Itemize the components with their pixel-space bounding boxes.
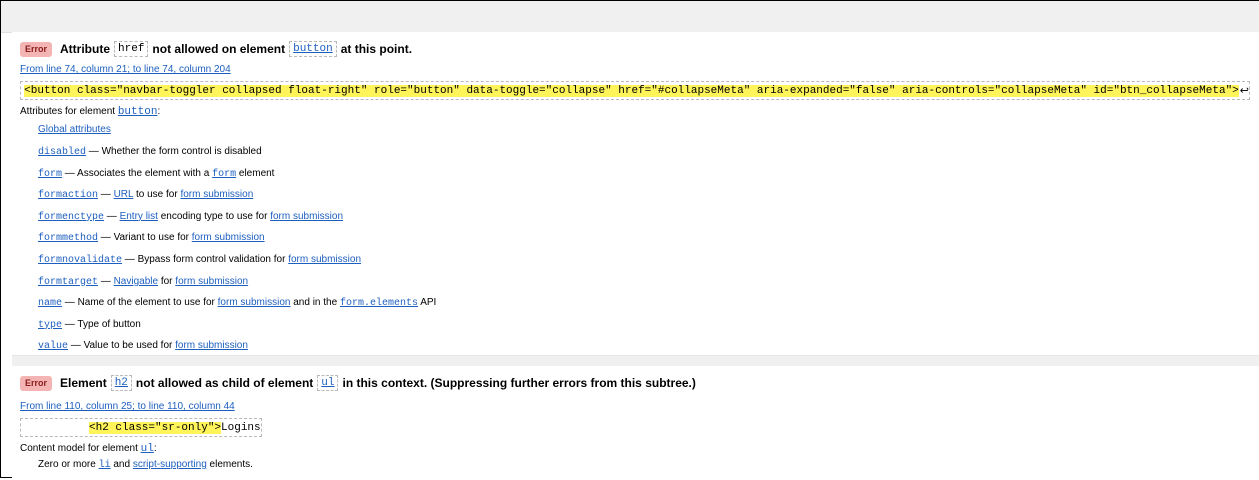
colon: : bbox=[157, 106, 161, 117]
heading-text: at this point. bbox=[340, 42, 413, 56]
location-link[interactable]: From line 110, column 25; to line 110, c… bbox=[20, 400, 235, 414]
attributes-heading: Attributes for element button: bbox=[20, 105, 160, 119]
inline-link[interactable]: form submission bbox=[270, 211, 343, 222]
attribute-row-form: form — Associates the element with a for… bbox=[38, 167, 274, 181]
description-text: for bbox=[158, 275, 176, 287]
description-text: — Name of the element to use for bbox=[62, 297, 218, 309]
code-extract: <h2 class="sr-only"> Logins bbox=[20, 418, 262, 437]
attribute-link[interactable]: value bbox=[38, 341, 68, 352]
description-text: — Value to be used for bbox=[68, 340, 176, 352]
highlighted-code: <h2 class="sr-only"> bbox=[89, 421, 222, 434]
attribute-link[interactable]: formenctype bbox=[38, 212, 104, 223]
attribute-row-formenctype: formenctype — Entry list encoding type t… bbox=[38, 210, 343, 224]
description-text: — Variant to use for bbox=[98, 232, 192, 244]
description-text: — Type of button bbox=[62, 318, 141, 330]
error-badge: Error bbox=[20, 41, 53, 57]
separator bbox=[12, 356, 1259, 366]
attribute-row-name: name — Name of the element to use for fo… bbox=[38, 296, 436, 310]
attributes-title-text: Attributes for element bbox=[20, 106, 116, 117]
parent-element-link[interactable]: ul bbox=[317, 375, 339, 391]
location-link[interactable]: From line 74, column 21; to line 74, col… bbox=[20, 63, 231, 77]
attribute-row-formaction: formaction — URL to use for form submiss… bbox=[38, 188, 253, 202]
attribute-row-value: value — Value to be used for form submis… bbox=[38, 339, 248, 353]
inline-link[interactable]: form submission bbox=[175, 276, 248, 287]
element-link[interactable]: button bbox=[289, 41, 337, 57]
attribute-row-disabled: disabled — Whether the form control is d… bbox=[38, 145, 262, 159]
text: and bbox=[110, 459, 133, 470]
code-extract: <button class="navbar-toggler collapsed … bbox=[20, 81, 1250, 100]
description-text: to use for bbox=[133, 189, 181, 201]
description-text: — bbox=[104, 210, 120, 222]
code-tail: Logins bbox=[221, 421, 261, 434]
heading-text: not allowed as child of element bbox=[135, 376, 314, 390]
inline-link[interactable]: Entry list bbox=[120, 211, 158, 222]
element-link[interactable]: h2 bbox=[110, 375, 132, 391]
heading-text: Element bbox=[60, 376, 107, 390]
description-text: API bbox=[417, 297, 437, 309]
return-icon: ↩ bbox=[1239, 85, 1249, 97]
error-1-heading: Error Attribute href not allowed on elem… bbox=[20, 40, 412, 58]
location-text[interactable]: From line 74, column 21; to line 74, col… bbox=[20, 64, 231, 75]
attribute-row-formtarget: formtarget — Navigable for form submissi… bbox=[38, 275, 248, 289]
attribute-link[interactable]: formaction bbox=[38, 190, 98, 201]
content-model-description: Zero or more li and script-supporting el… bbox=[38, 458, 253, 472]
description-text: — Whether the form control is disabled bbox=[86, 146, 262, 157]
attribute-row-type: type — Type of button bbox=[38, 318, 141, 332]
colon: : bbox=[153, 443, 157, 454]
inline-link[interactable]: form submission bbox=[180, 189, 253, 200]
inline-link[interactable]: form bbox=[212, 169, 236, 180]
global-attributes-link[interactable]: Global attributes bbox=[38, 124, 111, 135]
description-text: — bbox=[98, 189, 114, 201]
heading-text: in this context. (Suppressing further er… bbox=[342, 376, 696, 390]
inline-link[interactable]: form submission bbox=[218, 297, 291, 308]
error-message-2: Error Element h2 not allowed as child of… bbox=[12, 366, 1259, 478]
attributes-element-link[interactable]: button bbox=[118, 106, 158, 118]
description-text: encoding type to use for bbox=[157, 210, 271, 222]
heading-text: not allowed on element bbox=[152, 42, 286, 56]
attribute-row-formnovalidate: formnovalidate — Bypass form control val… bbox=[38, 253, 361, 267]
attribute-code: href bbox=[114, 41, 149, 57]
inline-link[interactable]: form.elements bbox=[340, 298, 418, 309]
description-text: element bbox=[236, 167, 275, 179]
attribute-link[interactable]: formtarget bbox=[38, 277, 98, 288]
attribute-link[interactable]: form bbox=[38, 169, 62, 180]
inline-link[interactable]: form submission bbox=[288, 254, 361, 265]
content-model-heading: Content model for element ul: bbox=[20, 442, 157, 456]
li-link[interactable]: li bbox=[99, 460, 111, 471]
highlighted-code: <button class="navbar-toggler collapsed … bbox=[24, 84, 1239, 97]
text: Zero or more bbox=[38, 459, 99, 470]
error-badge: Error bbox=[20, 375, 53, 391]
inline-link[interactable]: URL bbox=[114, 189, 134, 200]
global-attributes-row: Global attributes bbox=[38, 123, 111, 137]
content-model-element-link[interactable]: ul bbox=[141, 443, 154, 455]
attribute-link[interactable]: name bbox=[38, 298, 62, 309]
description-text: and in the bbox=[290, 297, 340, 309]
location-text[interactable]: From line 110, column 25; to line 110, c… bbox=[20, 401, 235, 412]
heading-text: Attribute bbox=[60, 42, 111, 56]
attribute-row-formmethod: formmethod — Variant to use for form sub… bbox=[38, 231, 265, 245]
description-text: — Bypass form control validation for bbox=[122, 254, 289, 265]
error-2-heading: Error Element h2 not allowed as child of… bbox=[20, 374, 696, 392]
top-bar bbox=[1, 0, 1259, 33]
attribute-link[interactable]: formnovalidate bbox=[38, 255, 122, 266]
text: elements. bbox=[206, 459, 253, 470]
script-supporting-link[interactable]: script-supporting bbox=[133, 459, 207, 470]
description-text: — Associates the element with a bbox=[62, 167, 213, 179]
attribute-link[interactable]: type bbox=[38, 320, 62, 331]
error-message-1: Error Attribute href not allowed on elem… bbox=[12, 32, 1259, 356]
content-model-title: Content model for element bbox=[20, 443, 138, 454]
description-text: — bbox=[98, 275, 114, 287]
inline-link[interactable]: Navigable bbox=[114, 276, 158, 287]
attribute-link[interactable]: disabled bbox=[38, 147, 86, 158]
attribute-link[interactable]: formmethod bbox=[38, 233, 98, 244]
inline-link[interactable]: form submission bbox=[192, 232, 265, 243]
inline-link[interactable]: form submission bbox=[175, 340, 248, 351]
